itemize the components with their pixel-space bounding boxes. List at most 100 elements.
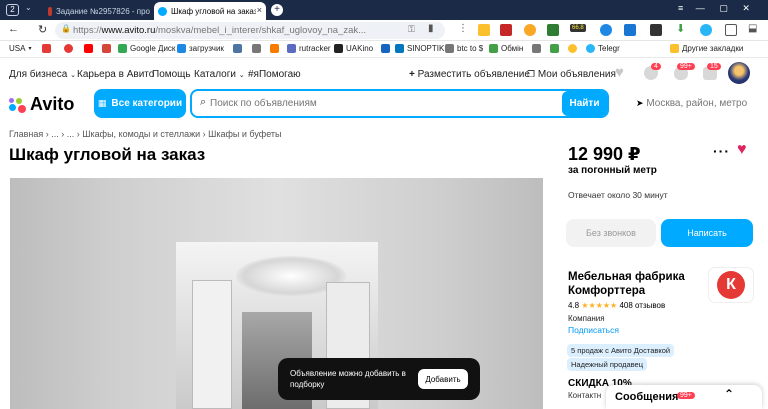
bookmark-icon xyxy=(381,44,390,53)
nav-business[interactable]: Для бизнеса ⌄ xyxy=(9,69,76,80)
bookmark[interactable]: SINOPTIK xyxy=(395,44,444,53)
extension-icon[interactable]: ⬓ xyxy=(748,24,760,36)
lock-icon: 🔒 xyxy=(61,24,71,33)
bookmark[interactable]: Обмін xyxy=(489,44,523,53)
url-field[interactable]: 🔒 https://www.avito.ru/moskva/mebel_i_in… xyxy=(55,22,445,39)
extension-icon[interactable] xyxy=(478,24,490,36)
reload-icon[interactable]: ↻ xyxy=(38,23,47,36)
nav-help-tag[interactable]: #яПомогаю xyxy=(248,69,301,80)
bookmark-icon xyxy=(489,44,498,53)
no-calls-button[interactable]: Без звонков xyxy=(566,219,656,247)
subscribe-link[interactable]: Подписаться xyxy=(568,325,619,335)
close-icon[interactable]: × xyxy=(257,5,262,15)
write-message-button[interactable]: Написать xyxy=(661,219,753,247)
bookmark[interactable] xyxy=(270,44,282,53)
search-button[interactable]: Найти xyxy=(562,91,607,116)
extension-icon[interactable] xyxy=(547,24,559,36)
favorite-icon[interactable]: ♥ xyxy=(737,141,747,159)
bookmark[interactable]: rutracker xyxy=(287,44,331,53)
bookmark[interactable] xyxy=(84,44,96,53)
seller-name[interactable]: Мебельная фабрика Комфорттера xyxy=(568,270,698,298)
breadcrumb-item[interactable]: Шкафы и буфеты xyxy=(208,129,281,139)
bookmark[interactable]: USA ▾ xyxy=(9,44,31,53)
nav-help[interactable]: Помощь xyxy=(152,69,191,80)
minimize-icon[interactable]: — xyxy=(696,3,705,13)
grid-icon: ▦ xyxy=(97,98,107,108)
bookmark-icon[interactable]: ▮ xyxy=(428,23,434,34)
bookmark-icon xyxy=(177,44,186,53)
price-unit: за погонный метр xyxy=(568,165,657,176)
bookmark[interactable] xyxy=(252,44,264,53)
breadcrumb-item[interactable]: Шкафы, комоды и стеллажи xyxy=(82,129,200,139)
seller-rating[interactable]: 4.8 ★★★★★ 408 отзывов xyxy=(568,301,665,310)
folder-icon xyxy=(670,44,679,53)
new-tab-button[interactable]: + xyxy=(271,4,283,16)
nav-career[interactable]: Карьера в Авито xyxy=(77,69,154,80)
messages-widget[interactable]: Сообщения 99+ ⌃ xyxy=(606,385,762,409)
extension-icon[interactable] xyxy=(725,24,737,36)
extension-icon[interactable] xyxy=(524,24,536,36)
bookmark-icon xyxy=(270,44,279,53)
rutracker-icon xyxy=(287,44,296,53)
seller-logo[interactable]: К xyxy=(709,268,753,302)
avito-logo[interactable]: Avito xyxy=(9,94,74,115)
extension-icon[interactable] xyxy=(500,24,512,36)
breadcrumb-item[interactable]: Главная xyxy=(9,129,43,139)
bookmark[interactable]: загрузчик xyxy=(177,44,224,53)
extension-icon[interactable] xyxy=(700,24,712,36)
bookmark[interactable] xyxy=(532,44,544,53)
rating-stars: ★★★★★ xyxy=(581,301,618,310)
extension-icon[interactable] xyxy=(650,24,662,36)
key-icon[interactable]: ⚿ xyxy=(408,24,415,35)
bookmark[interactable] xyxy=(568,44,580,53)
extension-icon[interactable] xyxy=(600,24,612,36)
sinoptik-icon xyxy=(395,44,404,53)
window-close-icon[interactable]: ✕ xyxy=(742,3,750,13)
download-icon[interactable]: ⬇ xyxy=(676,24,688,36)
toast-add-button[interactable]: Добавить xyxy=(418,369,468,389)
bookmark[interactable] xyxy=(381,44,393,53)
ext-badge[interactable]: 66.8 xyxy=(570,24,586,32)
search-input[interactable] xyxy=(210,94,555,113)
location-selector[interactable]: ➤ Москва, район, метро xyxy=(636,98,747,109)
my-ads-link[interactable]: ❐ Мои объявления xyxy=(527,69,616,80)
bookmark[interactable] xyxy=(550,44,562,53)
bookmark[interactable] xyxy=(233,44,245,53)
bookmark[interactable]: Telegr xyxy=(586,44,620,53)
telegram-icon xyxy=(586,44,595,53)
bookmark[interactable]: Google Диск xyxy=(118,44,175,53)
chevron-down-icon[interactable]: ⌄ xyxy=(25,3,32,12)
bookmark[interactable]: UAKino xyxy=(334,44,373,53)
bookmark-icon xyxy=(532,44,541,53)
breadcrumb-item[interactable]: ... xyxy=(67,129,75,139)
more-options-icon[interactable]: ··· xyxy=(713,143,730,159)
extension-icon[interactable] xyxy=(624,24,636,36)
reliable-badge: Надежный продавец xyxy=(567,358,648,371)
breadcrumb-item[interactable]: ... xyxy=(51,129,59,139)
bookmark[interactable] xyxy=(64,44,76,53)
tab-counter[interactable]: 2 xyxy=(6,4,19,16)
avito-favicon xyxy=(158,6,167,16)
bookmark[interactable] xyxy=(102,44,114,53)
avatar[interactable] xyxy=(728,62,750,84)
bookmark[interactable]: Другие закладки xyxy=(670,44,743,53)
tab-avito[interactable]: Шкаф угловой на заказ × xyxy=(154,2,266,20)
more-icon[interactable]: ⋮ xyxy=(458,23,468,34)
menu-icon[interactable]: ≡ xyxy=(678,3,683,13)
messages-widget-badge: 99+ xyxy=(677,392,695,399)
favorites-icon[interactable]: ♥ xyxy=(615,64,624,81)
map-pin-icon xyxy=(568,44,577,53)
back-arrow-icon[interactable]: ← xyxy=(8,23,19,35)
nav-catalogs[interactable]: Каталоги ⌄ xyxy=(194,69,245,80)
tab-zadanie[interactable]: Задание №2957826 - про xyxy=(44,2,150,20)
bookmark[interactable]: btc to $ xyxy=(445,44,483,53)
location-arrow-icon: ➤ xyxy=(636,98,644,108)
uakino-icon xyxy=(334,44,343,53)
bookmarks-bar: USA ▾ Google Диск загрузчик rutracker UAK… xyxy=(0,41,768,58)
wardrobe-door-image xyxy=(192,280,232,409)
chevron-up-icon[interactable]: ⌃ xyxy=(724,387,734,401)
post-ad-link[interactable]: + Разместить объявление xyxy=(409,69,530,80)
maximize-icon[interactable]: ▢ xyxy=(719,3,728,13)
bookmark[interactable] xyxy=(42,44,54,53)
categories-button[interactable]: ▦ Все категории xyxy=(94,89,186,118)
